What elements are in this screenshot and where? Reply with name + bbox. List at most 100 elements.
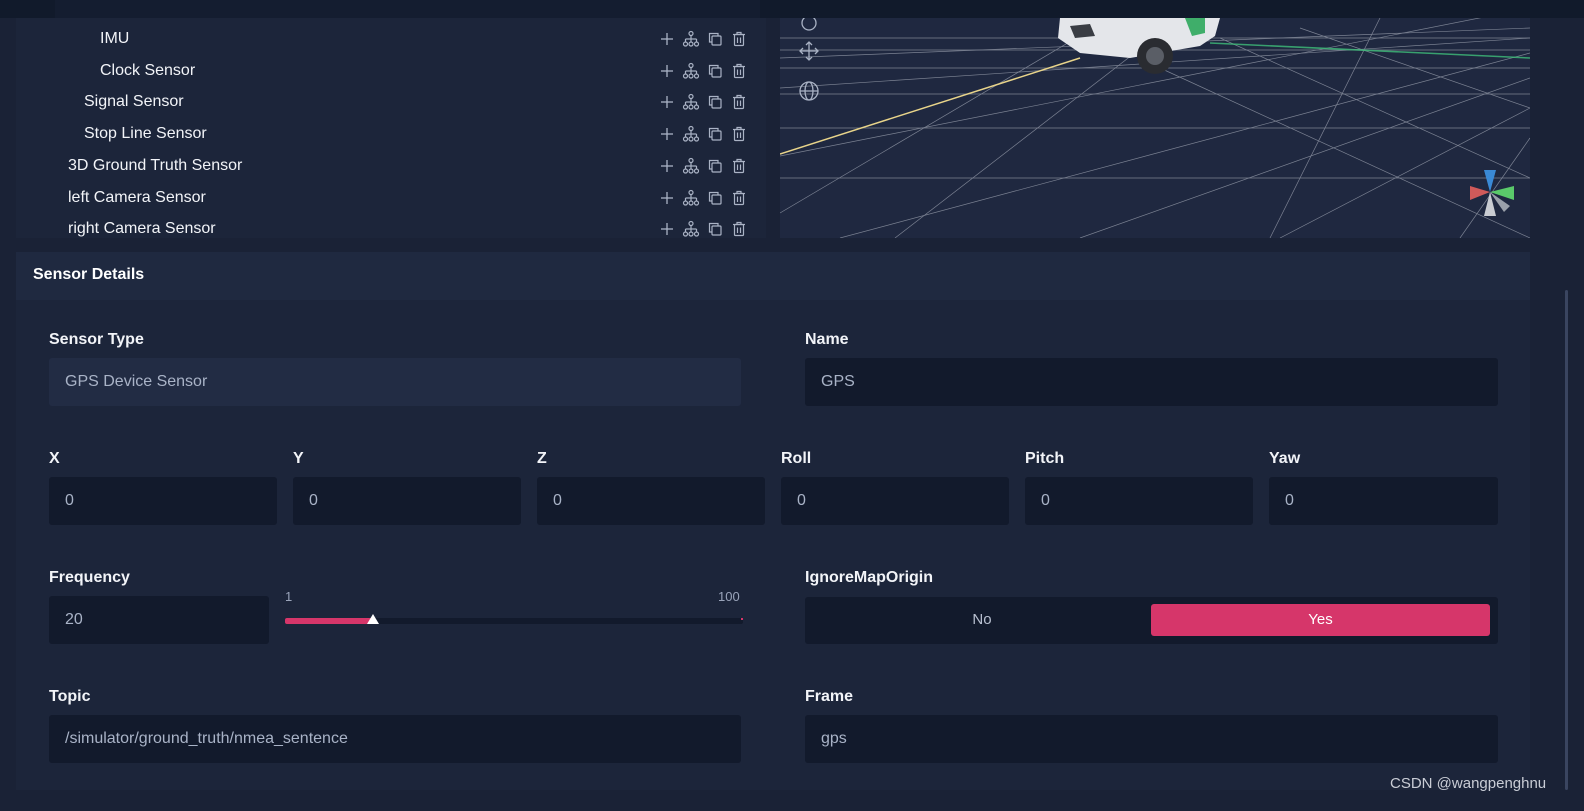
tree-row[interactable]: Signal Sensor [16, 85, 766, 117]
frame-input[interactable] [805, 715, 1498, 763]
sensor-type-label: Sensor Type [49, 331, 144, 348]
slider-thumb[interactable] [366, 614, 379, 624]
ignore-map-origin-toggle: No Yes [805, 597, 1498, 644]
trash-icon[interactable] [730, 62, 748, 80]
tree-row[interactable]: 3D Ground Truth Sensor [16, 149, 766, 181]
roll-label: Roll [781, 450, 812, 467]
trash-icon[interactable] [730, 189, 748, 207]
hierarchy-icon[interactable] [682, 189, 700, 207]
sensor-details-header: Sensor Details [16, 252, 1530, 300]
roll-input[interactable] [781, 477, 1009, 525]
vehicle-model [1058, 18, 1220, 74]
tree-row[interactable]: IMU [16, 22, 766, 54]
page-scrollbar[interactable] [1565, 290, 1568, 790]
z-input[interactable] [537, 477, 765, 525]
frequency-label: Frequency [49, 569, 130, 586]
topic-field[interactable] [49, 715, 741, 763]
tree-row-actions [658, 62, 748, 80]
tree-row[interactable]: right Camera Sensor [16, 212, 766, 238]
slider-min-label: 1 [285, 589, 293, 604]
hierarchy-icon[interactable] [682, 30, 700, 48]
rotate-icon[interactable] [798, 18, 820, 34]
tree-row[interactable]: Stop Line Sensor [16, 117, 766, 149]
globe-icon[interactable] [798, 80, 820, 102]
y-label: Y [293, 450, 304, 467]
tree-row-label: right Camera Sensor [68, 220, 216, 238]
tree-row-actions [658, 93, 748, 111]
watermark: CSDN @wangpenghnu [1390, 775, 1547, 792]
yaw-label: Yaw [1269, 450, 1301, 467]
frame-field[interactable] [805, 715, 1498, 763]
topic-label: Topic [49, 688, 91, 705]
sensor-type-input [49, 358, 741, 406]
tree-row-label: left Camera Sensor [68, 188, 206, 206]
slider-fill [285, 618, 373, 624]
plus-icon[interactable] [658, 93, 676, 111]
hierarchy-icon[interactable] [682, 220, 700, 238]
tree-row-label: 3D Ground Truth Sensor [68, 156, 243, 174]
yaw-field[interactable] [1269, 477, 1498, 525]
frame-label: Frame [805, 688, 854, 705]
plus-icon[interactable] [658, 30, 676, 48]
yaw-input[interactable] [1269, 477, 1498, 525]
copy-icon[interactable] [706, 62, 724, 80]
roll-field[interactable] [781, 477, 1009, 525]
toggle-no-option[interactable]: No [813, 604, 1151, 636]
tree-row-actions [658, 30, 748, 48]
copy-icon[interactable] [706, 220, 724, 238]
plus-icon[interactable] [658, 189, 676, 207]
toggle-yes-option[interactable]: Yes [1151, 604, 1490, 636]
name-label: Name [805, 331, 849, 348]
pitch-input[interactable] [1025, 477, 1253, 525]
frequency-input[interactable] [49, 596, 269, 644]
tree-row-actions [658, 189, 748, 207]
y-input[interactable] [293, 477, 521, 525]
trash-icon[interactable] [730, 157, 748, 175]
x-field[interactable] [49, 477, 277, 525]
slider-end-dot [741, 618, 743, 620]
slider-max-label: 100 [718, 589, 740, 604]
x-input[interactable] [49, 477, 277, 525]
frequency-field[interactable] [49, 596, 269, 644]
tree-row[interactable]: left Camera Sensor [16, 181, 766, 213]
x-label: X [49, 450, 60, 467]
tree-row-label: Signal Sensor [84, 93, 184, 111]
3d-viewport[interactable] [780, 18, 1530, 238]
y-field[interactable] [293, 477, 521, 525]
pitch-label: Pitch [1025, 450, 1065, 467]
frequency-slider[interactable] [285, 614, 743, 624]
sensor-type-field [49, 358, 741, 406]
name-input[interactable] [805, 358, 1498, 406]
copy-icon[interactable] [706, 189, 724, 207]
plus-icon[interactable] [658, 220, 676, 238]
topic-input[interactable] [49, 715, 741, 763]
hierarchy-icon[interactable] [682, 125, 700, 143]
axis-gizmo-icon[interactable] [1468, 168, 1518, 220]
tree-row-label: IMU [100, 30, 130, 47]
copy-icon[interactable] [706, 157, 724, 175]
copy-icon[interactable] [706, 30, 724, 48]
trash-icon[interactable] [730, 30, 748, 48]
pitch-field[interactable] [1025, 477, 1253, 525]
plus-icon[interactable] [658, 125, 676, 143]
ignore-map-origin-label: IgnoreMapOrigin [805, 569, 933, 586]
trash-icon[interactable] [730, 93, 748, 111]
trash-icon[interactable] [730, 125, 748, 143]
trash-icon[interactable] [730, 220, 748, 238]
name-field[interactable] [805, 358, 1498, 406]
hierarchy-icon[interactable] [682, 93, 700, 111]
tree-row-label: Stop Line Sensor [84, 125, 207, 143]
hierarchy-icon[interactable] [682, 157, 700, 175]
plus-icon[interactable] [658, 62, 676, 80]
copy-icon[interactable] [706, 93, 724, 111]
hierarchy-icon[interactable] [682, 62, 700, 80]
tree-row-label: Clock Sensor [100, 61, 196, 79]
z-field[interactable] [537, 477, 765, 525]
copy-icon[interactable] [706, 125, 724, 143]
sensor-details-title: Sensor Details [33, 266, 145, 283]
plus-icon[interactable] [658, 157, 676, 175]
move-icon[interactable] [798, 40, 820, 62]
tree-row[interactable]: Clock Sensor [16, 54, 766, 86]
z-label: Z [537, 450, 547, 467]
tree-row-actions [658, 220, 748, 238]
